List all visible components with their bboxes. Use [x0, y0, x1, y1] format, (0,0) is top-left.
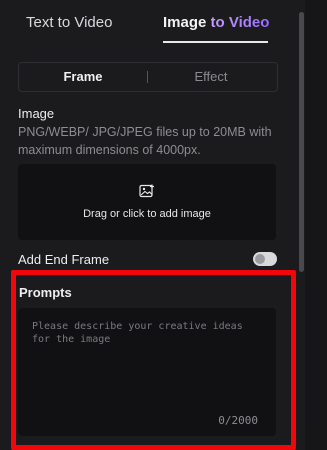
segment-frame[interactable]: Frame [19, 63, 147, 91]
segment-effect[interactable]: Effect [147, 63, 275, 91]
prompt-box: 0/2000 [18, 308, 276, 436]
tab-text-to-video[interactable]: Text to Video [26, 14, 112, 31]
prompts-title: Prompts [19, 285, 72, 300]
image-requirements-text: PNG/WEBP/ JPG/JPEG files up to 20MB with… [18, 125, 272, 157]
add-image-icon [139, 184, 154, 198]
prompt-input[interactable] [32, 320, 264, 410]
tab-image-to-video-word2: to Video [210, 14, 270, 31]
upload-instruction: Drag or click to add image [83, 208, 211, 220]
add-end-frame-toggle[interactable] [253, 252, 277, 266]
scrollbar-thumb[interactable] [299, 12, 304, 272]
active-tab-underline [163, 41, 268, 43]
toggle-knob [255, 254, 265, 264]
tab-image-to-video[interactable]: Image to Video [163, 14, 269, 31]
mode-tabs: Text to Video Image to Video [0, 0, 297, 46]
image-section-title: Image [18, 106, 55, 121]
character-counter: 0/2000 [218, 414, 258, 427]
add-end-frame-label: Add End Frame [18, 252, 110, 267]
right-edge-strip [305, 0, 327, 450]
image-upload-dropzone[interactable]: Drag or click to add image [18, 164, 276, 240]
tab-image-to-video-word1: Image [163, 14, 207, 31]
frame-effect-switch: Frame Effect [18, 62, 278, 92]
